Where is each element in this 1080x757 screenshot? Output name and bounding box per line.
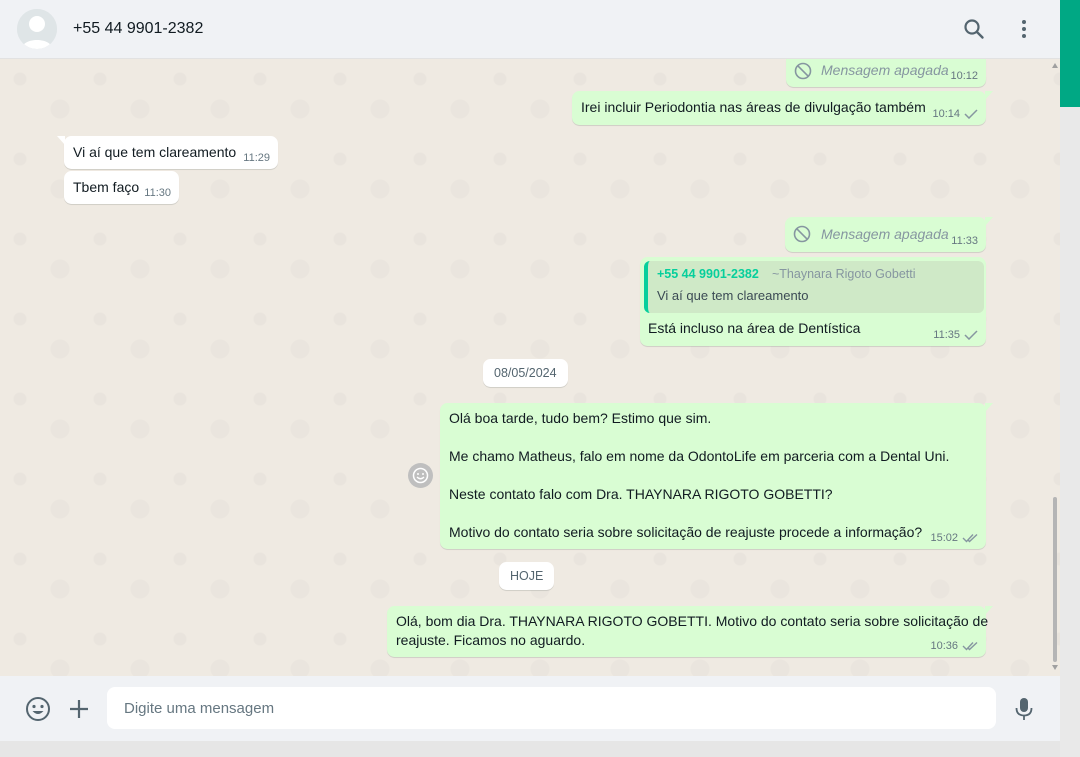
- double-check-icon: [962, 533, 978, 543]
- scroll-down-arrow-icon[interactable]: [1052, 665, 1058, 670]
- search-icon[interactable]: [962, 17, 986, 41]
- quote-author: +55 44 9901-2382: [657, 267, 759, 281]
- smiley-icon: [412, 467, 429, 484]
- date-divider: 08/05/2024: [483, 359, 568, 387]
- quoted-message[interactable]: +55 44 9901-2382 ~Thaynara Rigoto Gobett…: [644, 261, 984, 313]
- composer-bar: [0, 676, 1060, 741]
- message-bubble[interactable]: Irei incluir Periodontia nas áreas de di…: [572, 91, 993, 125]
- blocked-icon: [794, 62, 812, 80]
- single-check-icon: [964, 330, 978, 340]
- message-meta: 10:36: [930, 640, 978, 652]
- message-text: Mensagem apagada: [821, 62, 949, 78]
- date-divider: HOJE: [499, 562, 555, 590]
- message-line: Me chamo Matheus, falo em nome da Odonto…: [449, 448, 950, 464]
- attach-icon[interactable]: [65, 695, 93, 723]
- double-check-icon: [962, 641, 978, 651]
- message-time: 15:02: [930, 532, 958, 544]
- default-avatar-icon: [17, 9, 57, 49]
- message-list[interactable]: Mensagem apagada 10:12 Irei incluir Peri…: [0, 59, 1060, 676]
- message-line: reajuste. Ficamos no aguardo.: [396, 632, 586, 648]
- react-button[interactable]: [408, 463, 433, 488]
- quote-text: Vi aí que tem clareamento: [657, 288, 809, 303]
- message-line: Olá, bom dia Dra. THAYNARA RIGOTO GOBETT…: [396, 613, 989, 629]
- message-text: Mensagem apagada: [821, 226, 949, 242]
- message-meta: 10:14: [932, 108, 978, 120]
- message-text: Está incluso na área de Dentística: [648, 320, 861, 336]
- message-meta: 15:02: [930, 532, 978, 544]
- scroll-up-arrow-icon[interactable]: [1052, 63, 1058, 68]
- chat-header: +55 44 9901-2382: [0, 0, 1060, 59]
- message-line: Olá boa tarde, tudo bem? Estimo que sim.: [449, 410, 712, 426]
- message-input[interactable]: [107, 687, 996, 729]
- message-line: Motivo do contato seria sobre solicitaçã…: [449, 524, 923, 540]
- message-time: 10:36: [930, 640, 958, 652]
- message-text: Tbem faço: [73, 179, 140, 195]
- accent-bar: [1060, 0, 1080, 107]
- message-time: 11:30: [144, 187, 171, 199]
- message-bubble[interactable]: Tbem faço 11:30: [64, 171, 179, 204]
- message-text: Vi aí que tem clareamento: [73, 144, 237, 160]
- message-line: Neste contato falo com Dra. THAYNARA RIG…: [449, 486, 833, 502]
- message-bubble-deleted[interactable]: Mensagem apagada 10:12: [786, 59, 986, 87]
- whatsapp-window: +55 44 9901-2382 Mensagem apagada 10:12 …: [0, 0, 1060, 741]
- scroll-thumb[interactable]: [1053, 497, 1057, 662]
- message-time: 11:33: [951, 235, 978, 247]
- message-bubble-reply[interactable]: +55 44 9901-2382 ~Thaynara Rigoto Gobett…: [640, 257, 986, 346]
- emoji-icon[interactable]: [24, 695, 52, 723]
- message-bubble[interactable]: Olá boa tarde, tudo bem? Estimo que sim.…: [440, 403, 993, 549]
- message-bubble[interactable]: Vi aí que tem clareamento 11:29: [57, 136, 278, 169]
- message-time: 10:14: [932, 108, 960, 120]
- message-time: 11:35: [933, 329, 960, 341]
- message-bubble-deleted[interactable]: Mensagem apagada 11:33: [785, 217, 993, 252]
- chat-scrollbar[interactable]: [1050, 59, 1060, 676]
- single-check-icon: [964, 109, 978, 119]
- message-time: 10:12: [950, 70, 978, 82]
- avatar[interactable]: [17, 9, 57, 49]
- microphone-icon[interactable]: [1010, 695, 1038, 723]
- menu-icon[interactable]: [1012, 17, 1036, 41]
- message-text: Irei incluir Periodontia nas áreas de di…: [581, 99, 926, 115]
- quote-author-name: ~Thaynara Rigoto Gobetti: [772, 267, 916, 281]
- message-bubble[interactable]: Olá, bom dia Dra. THAYNARA RIGOTO GOBETT…: [387, 606, 993, 657]
- contact-name[interactable]: +55 44 9901-2382: [73, 20, 203, 38]
- message-time: 11:29: [243, 152, 270, 164]
- window-edge-bottom: [0, 741, 1060, 757]
- blocked-icon: [793, 225, 811, 243]
- message-meta: 11:35: [933, 329, 978, 341]
- window-edge: [1060, 0, 1080, 757]
